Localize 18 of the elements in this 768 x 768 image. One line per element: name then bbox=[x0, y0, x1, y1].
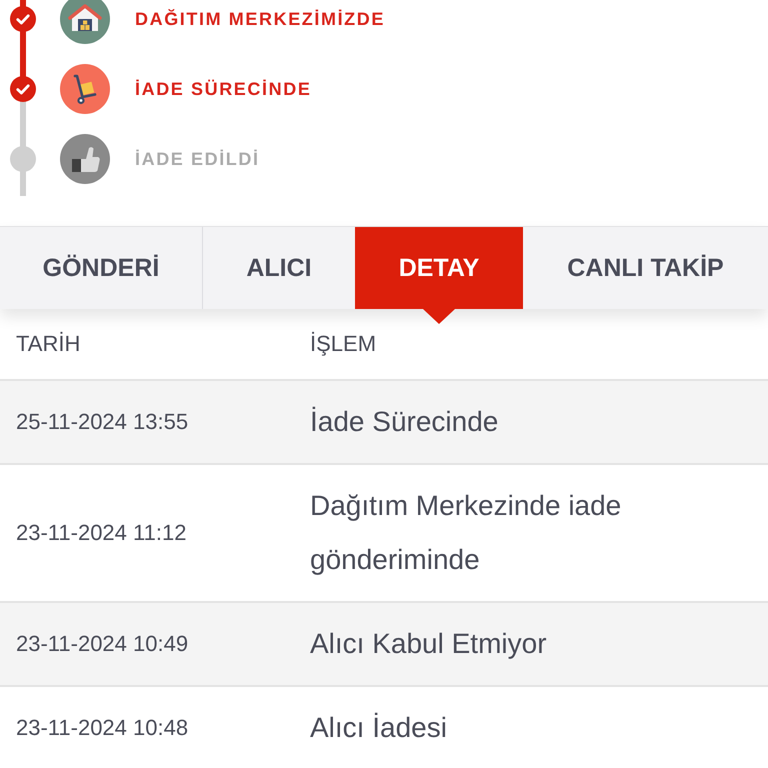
date-cell-text: 23-11-2024 10:49 bbox=[15, 631, 190, 657]
step-label: İADE EDİLDİ bbox=[135, 148, 260, 170]
hand-truck-icon bbox=[60, 64, 110, 114]
tab-pointer-icon bbox=[423, 309, 455, 324]
action-cell-text: İade Sürecinde bbox=[310, 405, 500, 439]
thumbs-up-icon bbox=[60, 134, 110, 184]
step-label: İADE SÜRECİNDE bbox=[135, 78, 312, 100]
column-header: İŞLEM bbox=[310, 331, 378, 357]
date-cell-text: 25-11-2024 13:55 bbox=[15, 409, 190, 435]
step-label: DAĞITIM MERKEZİMİZDE bbox=[135, 8, 385, 30]
action-cell-text: Dağıtım Merkezinde iade gönderiminde bbox=[310, 489, 622, 577]
action-cell-text: Alıcı İadesi bbox=[310, 711, 448, 745]
column-header: TARİH bbox=[15, 331, 82, 357]
tab[interactable]: GÖNDERİ bbox=[0, 227, 202, 309]
tab[interactable]: CANLI TAKİP bbox=[523, 227, 768, 309]
action-cell-text: Alıcı Kabul Etmiyor bbox=[310, 627, 548, 661]
date-cell-text: 23-11-2024 11:12 bbox=[15, 520, 188, 546]
date-cell-text: 23-11-2024 10:48 bbox=[15, 715, 190, 741]
